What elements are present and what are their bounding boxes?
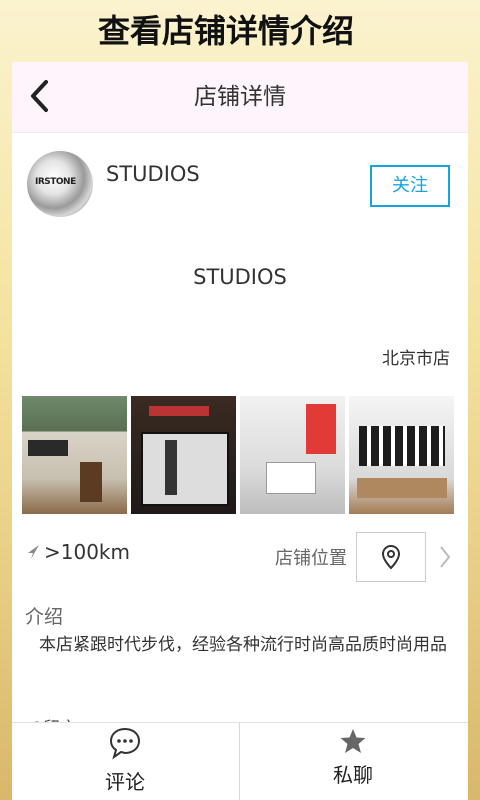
shop-name: STUDIOS (106, 162, 200, 186)
tab-private-chat[interactable]: 私聊 (240, 723, 466, 800)
shop-location-label: 店铺位置 (275, 548, 347, 569)
shop-city: 北京市店 (382, 349, 450, 369)
shop-entrance-photo[interactable] (131, 396, 236, 514)
avatar-text: IRSTONE (35, 177, 76, 187)
tab-comments[interactable]: 评论 (12, 723, 238, 800)
promo-caption: 查看店铺详情介绍 (98, 12, 355, 50)
storefront-photo[interactable] (22, 396, 127, 514)
distance-value: >100km (44, 540, 130, 564)
clothing-rack-photo[interactable] (349, 396, 454, 514)
shop-photo-strip (22, 396, 454, 514)
map-pin-icon (381, 544, 401, 570)
tab-private-chat-label: 私聊 (333, 763, 373, 787)
follow-button[interactable]: 关注 (370, 165, 450, 207)
comment-bubble-icon (109, 727, 141, 760)
bottom-tab-bar: 评论 私聊 (12, 722, 468, 800)
intro-text: 本店紧跟时代步伐，经验各种流行时尚高品质时尚用品 (39, 635, 447, 655)
app-screen: 店铺详情 IRSTONE STUDIOS 关注 STUDIOS 北京市店 >10… (12, 62, 468, 800)
location-chevron[interactable] (436, 542, 454, 572)
back-arrow-icon (31, 80, 48, 112)
interior-photo[interactable] (240, 396, 345, 514)
shop-location-button[interactable] (356, 532, 426, 582)
star-icon (340, 729, 366, 753)
tab-comments-label: 评论 (105, 770, 145, 794)
shop-display-name: STUDIOS (193, 265, 287, 289)
page-title: 店铺详情 (194, 84, 286, 110)
intro-heading: 介绍 (25, 606, 64, 628)
shop-avatar: IRSTONE (27, 151, 93, 217)
back-button[interactable] (24, 78, 54, 114)
navigation-arrow-icon (28, 545, 39, 559)
distance-readout: >100km (26, 540, 130, 564)
chevron-right-icon (440, 546, 451, 568)
top-bar: 店铺详情 (12, 62, 468, 133)
